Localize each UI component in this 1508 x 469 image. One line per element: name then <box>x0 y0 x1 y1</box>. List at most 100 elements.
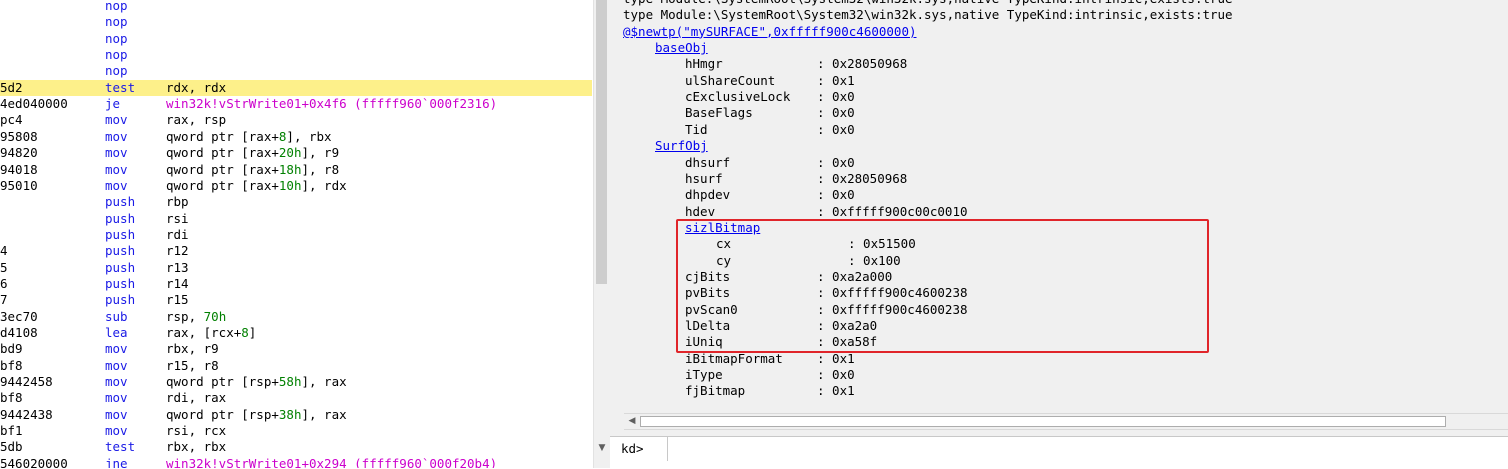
instruction-mnemonic: mov <box>105 145 128 161</box>
operand-text: r13 <box>166 259 189 275</box>
instruction-mnemonic: mov <box>105 161 128 177</box>
disasm-line[interactable]: 95010 mov qword ptr [rax+10h], rdx <box>0 178 592 194</box>
instruction-mnemonic: push <box>105 194 136 210</box>
struct-field-row: dhsurf: 0x0 <box>685 155 855 171</box>
dx-command-link[interactable]: @$newtp("mySURFACE",0xfffff900c4600000) <box>623 24 917 40</box>
numeric-operand: 10h <box>278 177 302 193</box>
disasm-line[interactable]: 9442438 mov qword ptr [rsp+38h], rax <box>0 407 592 423</box>
operand-text: rbx, rbx <box>166 439 227 455</box>
disasm-line[interactable]: 5 push r13 <box>0 260 592 276</box>
instruction-mnemonic: test <box>105 439 136 455</box>
disasm-line[interactable]: push rbp <box>0 194 592 210</box>
field-value: : 0x0 <box>817 187 855 203</box>
instruction-operands: qword ptr [rax+10h], rdx <box>166 178 347 194</box>
field-name: hsurf <box>685 170 723 186</box>
instruction-operands: r15 <box>166 292 189 308</box>
instruction-operands: rbp <box>166 194 189 210</box>
command-bar: kd> <box>610 436 1508 469</box>
struct-field-row: ulShareCount: 0x1 <box>685 73 855 89</box>
instruction-mnemonic: mov <box>105 406 128 422</box>
disasm-line[interactable]: nop <box>0 63 592 79</box>
disasm-line[interactable]: push rdi <box>0 227 592 243</box>
instruction-operands: rsi <box>166 211 189 227</box>
disasm-line[interactable]: d4108 lea rax, [rcx+8] <box>0 325 592 341</box>
disasm-line[interactable]: 7 push r15 <box>0 292 592 308</box>
disasm-line[interactable]: bf8 mov r15, r8 <box>0 358 592 374</box>
struct-member-link[interactable]: SurfObj <box>655 138 708 154</box>
instruction-address: 5db <box>0 439 23 455</box>
disasm-line[interactable]: nop <box>0 0 592 14</box>
instruction-address: 4 <box>0 243 8 259</box>
struct-field-row: iType: 0x0 <box>685 367 855 383</box>
disassembly-pane[interactable]: nop nop nop nop nop 5d2 test rdx, rdx 4ed040000 j… <box>0 0 592 468</box>
instruction-operands: rsi, rcx <box>166 423 226 439</box>
instruction-address: 4ed040000 <box>0 96 68 112</box>
disasm-line[interactable]: 4ed040000 je win32k!vStrWrite01+0x4f6 (fff… <box>0 96 592 112</box>
disasm-line[interactable]: push rsi <box>0 211 592 227</box>
instruction-address: 3ec70 <box>0 308 38 324</box>
operand-text: qword ptr [rsp+ <box>166 374 279 390</box>
operand-text: rsi <box>166 210 189 226</box>
disasm-line[interactable]: bf8 mov rdi, rax <box>0 390 592 406</box>
instruction-mnemonic: mov <box>105 341 128 357</box>
disasm-line[interactable]: bf1 mov rsi, rcx <box>0 423 592 439</box>
struct-member-link[interactable]: baseObj <box>655 40 708 56</box>
struct-field-row: Tid: 0x0 <box>685 122 855 138</box>
disasm-line[interactable]: 6 push r14 <box>0 276 592 292</box>
command-input[interactable] <box>667 437 1502 461</box>
operand-text: qword ptr [rax+ <box>166 128 279 144</box>
operand-text: ], rbx <box>286 128 332 144</box>
numeric-operand: 18h <box>278 161 302 177</box>
output-horizontal-scrollbar[interactable]: ◀ <box>624 413 1508 430</box>
scroll-left-arrow-icon[interactable]: ◀ <box>626 414 638 429</box>
operand-text: r15 <box>166 292 189 308</box>
disasm-line[interactable]: nop <box>0 14 592 30</box>
disasm-line[interactable]: nop <box>0 31 592 47</box>
instruction-mnemonic: lea <box>105 325 128 340</box>
instruction-operands: win32k!vStrWrite01+0x294 (fffff960`000f2… <box>166 456 497 468</box>
disasm-line[interactable]: 4 push r12 <box>0 243 592 259</box>
disassembly-vertical-scrollbar[interactable]: ▼ <box>593 0 610 468</box>
struct-field-row: cExclusiveLock: 0x0 <box>685 89 855 105</box>
instruction-mnemonic: sub <box>105 308 128 324</box>
instruction-mnemonic: je <box>105 96 121 112</box>
disasm-line[interactable]: pc4 mov rax, rsp <box>0 112 592 128</box>
instruction-operands: r15, r8 <box>166 358 219 374</box>
struct-field-row: hsurf : 0x28050968 <box>685 170 907 187</box>
field-value: : 0x1 <box>817 350 855 366</box>
numeric-operand: 58h <box>278 374 302 390</box>
numeric-operand: 8 <box>241 325 249 340</box>
field-value: : 0x0 <box>817 89 855 105</box>
instruction-operands: rbx, r9 <box>166 341 219 357</box>
disasm-line[interactable]: 3ec70 sub rsp, 70h <box>0 309 592 325</box>
instruction-address: 94820 <box>0 145 38 161</box>
instruction-mnemonic: jne <box>105 455 128 468</box>
instruction-address: bf1 <box>0 423 23 439</box>
disasm-line[interactable]: 95808 mov qword ptr [rax+8], rbx <box>0 129 592 145</box>
operand-text: qword ptr [rax+ <box>166 161 279 177</box>
operand-text: rdi <box>166 226 189 242</box>
disasm-line[interactable]: 9442458 mov qword ptr [rsp+58h], rax <box>0 374 592 390</box>
struct-field-row: dhpdev: 0x0 <box>685 187 855 203</box>
disasm-line[interactable]: 94018 mov qword ptr [rax+18h], r8 <box>0 162 592 178</box>
struct-field-row: hHmgr: 0x28050968 <box>685 56 907 72</box>
instruction-address: 95808 <box>0 128 38 144</box>
operand-text: rdx, rdx <box>166 79 227 95</box>
scrollbar-thumb[interactable] <box>640 416 1446 427</box>
scroll-down-arrow-icon[interactable]: ▼ <box>594 440 610 456</box>
operand-text: ], r9 <box>301 145 340 161</box>
disasm-line[interactable]: nop <box>0 47 592 63</box>
instruction-operands: rax, [rcx+8] <box>166 325 256 341</box>
disasm-line[interactable]: 5db test rbx, rbx <box>0 439 592 455</box>
scrollbar-thumb[interactable] <box>596 0 607 284</box>
disasm-line[interactable]: 546020000 jne win32k!vStrWrite01+0x294 (ff… <box>0 456 592 468</box>
operand-text: qword ptr [rax+ <box>166 145 279 161</box>
operand-text: qword ptr [rax+ <box>166 177 279 193</box>
instruction-mnemonic: nop <box>105 47 128 63</box>
instruction-address: 546020000 <box>0 455 68 468</box>
disasm-line[interactable]: 94820 mov qword ptr [rax+20h], r9 <box>0 145 592 161</box>
field-value: : 0x28050968 <box>817 170 908 186</box>
disasm-line[interactable]: 5d2 test rdx, rdx <box>0 79 592 96</box>
disasm-line[interactable]: bd9 mov rbx, r9 <box>0 341 592 357</box>
instruction-operands: r13 <box>166 260 189 276</box>
